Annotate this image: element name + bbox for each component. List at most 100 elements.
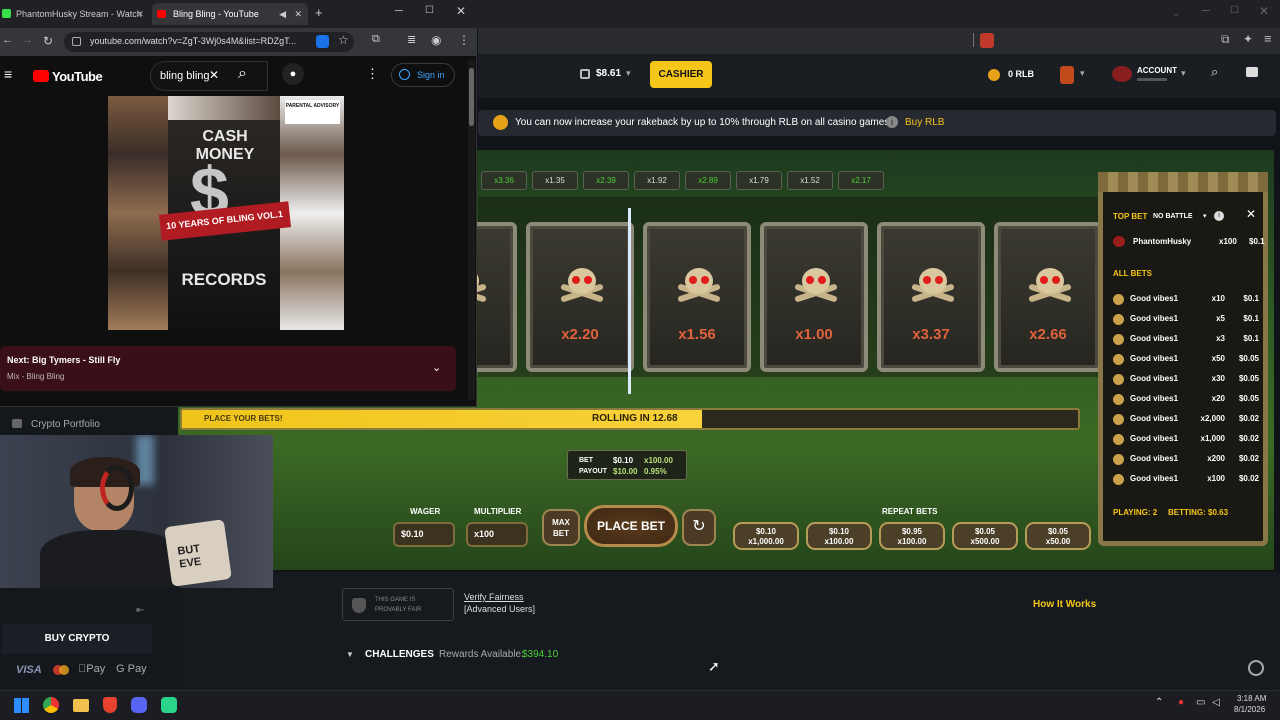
hamburger-icon[interactable]: ≡ [4, 66, 12, 82]
repeat-bet-button[interactable]: $0.05 x50.00 [1025, 522, 1091, 550]
discord-icon[interactable] [131, 697, 147, 713]
close-icon[interactable]: ✕ [1246, 207, 1256, 221]
challenges-label[interactable]: CHALLENGES [365, 649, 434, 660]
bet-value: $0.10 [613, 456, 634, 465]
minimize-icon[interactable]: ─ [1202, 5, 1210, 17]
youtube-logo-text[interactable]: YouTube [52, 69, 103, 84]
clear-icon[interactable]: ✕ [209, 68, 219, 82]
coin-icon [1113, 394, 1124, 405]
menu-icon[interactable]: ≡ [1264, 31, 1272, 46]
reload-icon[interactable]: ↻ [43, 34, 53, 48]
chevron-down-icon[interactable]: ⌄ [1172, 8, 1180, 19]
scrollbar-thumb[interactable] [469, 68, 474, 126]
up-next-card[interactable]: Next: Big Tymers - Still Fly Mix - Bling… [0, 346, 456, 391]
balance[interactable]: $8.61 [596, 68, 621, 79]
info-icon[interactable]: i [886, 116, 898, 128]
bet-amount: $0.02 [1238, 414, 1259, 423]
site-info-icon[interactable] [72, 37, 81, 46]
close-icon[interactable]: ✕ [136, 3, 144, 25]
yt-url-text: youtube.com/watch?v=ZgT-3Wj0s4M&list=RDZ… [90, 36, 297, 46]
notice-bar: You can now increase your rakeback by up… [478, 110, 1276, 136]
repeat-bet-button[interactable]: $0.05 x500.00 [952, 522, 1018, 550]
app-icon[interactable] [161, 697, 177, 713]
minimize-icon[interactable]: ─ [395, 5, 403, 17]
maximize-icon[interactable]: ☐ [1230, 5, 1239, 16]
repeat-bet-button[interactable]: $0.10 x100.00 [806, 522, 872, 550]
sign-in-button[interactable]: Sign in [391, 63, 455, 87]
folder-icon[interactable] [73, 699, 89, 712]
crate-multiplier: x3.37 [912, 326, 950, 343]
multiplier-input[interactable]: x100 [466, 522, 528, 547]
new-tab-icon[interactable]: + [315, 5, 323, 20]
bet-user: Good vibes1 [1130, 414, 1179, 423]
search-icon[interactable]: ⌕ [238, 65, 247, 83]
how-it-works-link[interactable]: How It Works [1033, 599, 1096, 610]
yt-search-input[interactable]: bling bling ✕ [150, 61, 268, 91]
brave-icon[interactable] [103, 697, 117, 713]
close-icon[interactable]: ✕ [294, 3, 302, 25]
youtube-logo-icon[interactable] [33, 70, 49, 82]
address-bar[interactable]: ⧉ ✦ ≡ [478, 28, 1280, 54]
media-icon[interactable]: ≣ [407, 33, 416, 46]
avatar[interactable] [1112, 66, 1132, 82]
repeat-bet-amount: $0.95 [901, 527, 923, 536]
chevron-down-icon[interactable]: ▾ [1181, 68, 1186, 79]
repeat-bet-button[interactable]: $0.95 x100.00 [879, 522, 945, 550]
yt-url-field[interactable]: youtube.com/watch?v=ZgT-3Wj0s4M&list=RDZ… [64, 32, 354, 52]
max-bet-button[interactable]: MAX BET [542, 509, 580, 546]
microphone-icon[interactable]: ● [282, 63, 304, 85]
chrome-icon[interactable] [43, 697, 59, 713]
back-icon[interactable]: ← [2, 34, 13, 46]
buy-crypto-button[interactable]: BUY CRYPTO [2, 624, 152, 654]
microphone-icon[interactable]: ● [1178, 697, 1184, 708]
info-icon[interactable]: i [1214, 211, 1224, 221]
account-label[interactable]: ACCOUNT [1137, 66, 1177, 75]
extensions-icon[interactable]: ⧉ [372, 33, 380, 46]
video-player[interactable]: PARENTAL ADVISORY CASH MONEY $ 10 YEARS … [108, 96, 344, 330]
crypto-portfolio-label[interactable]: Crypto Portfolio [31, 419, 100, 430]
wager-input[interactable]: $0.10 [393, 522, 455, 547]
more-icon[interactable]: ⋮ [366, 66, 379, 82]
chat-icon[interactable] [1246, 67, 1258, 77]
brave-shield-icon[interactable] [980, 33, 994, 48]
rlb-balance[interactable]: 0 RLB [1008, 69, 1034, 79]
extensions-icon[interactable]: ⧉ [1221, 32, 1230, 47]
place-bet-button[interactable]: PLACE BET [584, 505, 678, 547]
network-icon[interactable]: ▭ [1196, 697, 1205, 708]
speaker-icon[interactable]: ◀ [279, 3, 286, 25]
search-icon[interactable]: ⌕ [1211, 64, 1218, 80]
refresh-icon[interactable]: ↻ [682, 509, 716, 546]
buy-rlb-link[interactable]: Buy RLB [905, 117, 944, 128]
tray-chevron-icon[interactable]: ⌃ [1155, 697, 1163, 708]
clock-time[interactable]: 3:18 AM [1237, 694, 1266, 703]
repeat-bet-button[interactable]: $0.10 x1,000.00 [733, 522, 799, 550]
windows-start-icon[interactable] [14, 698, 29, 713]
bookmark-star-icon[interactable]: ☆ [338, 33, 349, 47]
collapse-sidebar-icon[interactable]: ⇤ [136, 605, 144, 616]
close-icon[interactable]: ✕ [456, 4, 466, 18]
chevron-down-icon[interactable]: ⌄ [432, 361, 441, 374]
support-icon[interactable] [1248, 660, 1264, 676]
forward-icon[interactable]: → [22, 34, 33, 46]
up-next-title[interactable]: Next: Big Tymers - Still Fly [7, 355, 120, 365]
maximize-icon[interactable]: ☐ [425, 5, 434, 16]
clock-date[interactable]: 8/1/2026 [1234, 705, 1265, 714]
apple-pay-label: Pay [78, 663, 105, 675]
rank-badge-icon[interactable] [1060, 66, 1074, 84]
bet-user: Good vibes1 [1130, 474, 1179, 483]
tab-stream[interactable]: PhantomHusky Stream - Watch ✕ [0, 3, 150, 25]
volume-icon[interactable]: ◁ [1212, 697, 1220, 708]
chevron-down-icon[interactable]: ▾ [1203, 212, 1207, 220]
tab-youtube[interactable]: Bling Bling - YouTube ◀ ✕ [152, 3, 308, 25]
verify-fairness-link[interactable]: Verify Fairness [464, 592, 524, 602]
cashier-button[interactable]: CASHIER [650, 61, 712, 88]
chevron-down-icon[interactable]: ▾ [626, 68, 631, 79]
chevron-down-icon[interactable]: ▼ [346, 650, 354, 659]
profile-icon[interactable]: ◉ [431, 33, 441, 47]
more-icon[interactable]: ⋮ [458, 33, 470, 47]
chevron-down-icon[interactable]: ▾ [1080, 68, 1085, 79]
cast-icon[interactable] [316, 35, 329, 48]
yt-scrollbar[interactable] [468, 60, 475, 400]
wallet-icon[interactable]: ✦ [1243, 32, 1253, 46]
close-icon[interactable]: ✕ [1259, 4, 1269, 18]
